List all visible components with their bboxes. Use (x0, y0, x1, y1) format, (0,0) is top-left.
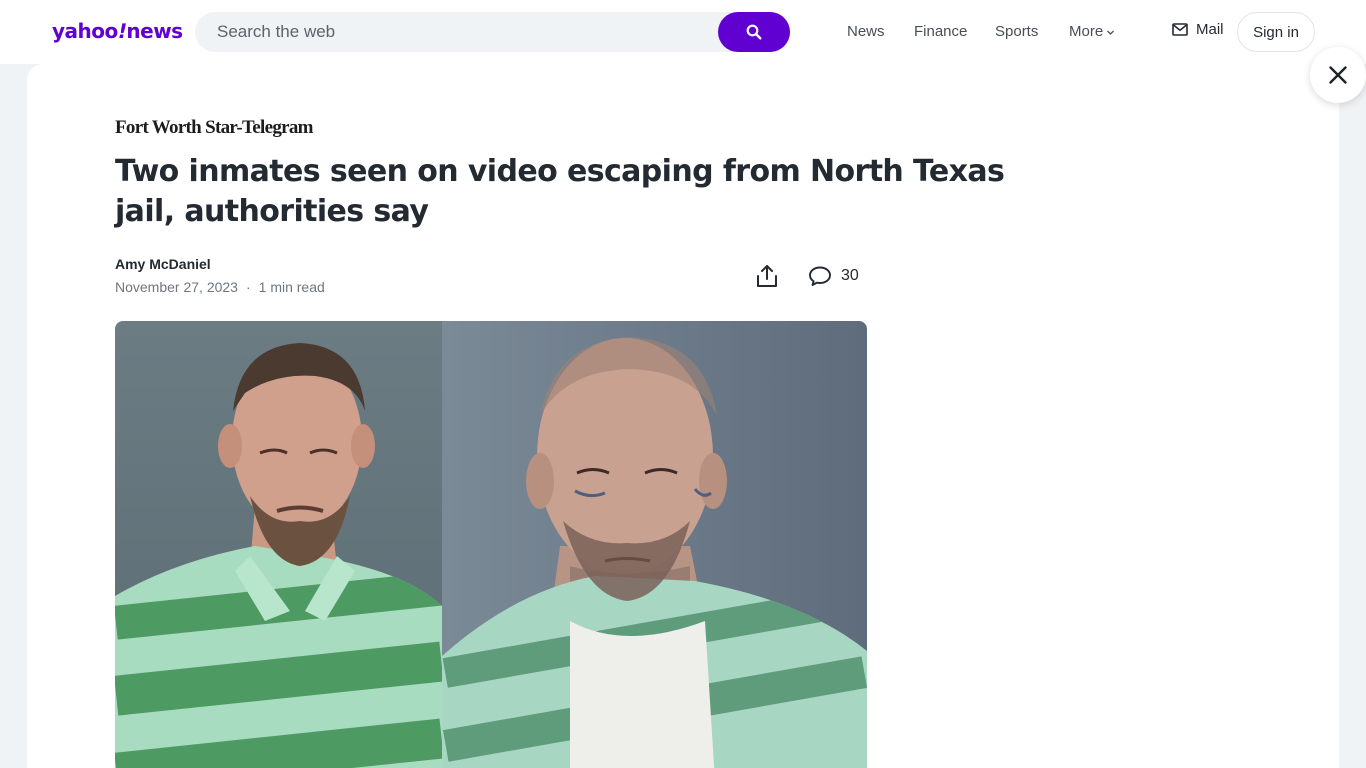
search-input[interactable] (217, 12, 697, 52)
sign-in-button[interactable]: Sign in (1237, 12, 1315, 52)
mail-icon (1172, 23, 1188, 36)
nav-finance[interactable]: Finance (914, 22, 967, 42)
search-icon (746, 24, 762, 40)
comment-count: 30 (841, 267, 859, 284)
read-time: 1 min read (258, 279, 325, 295)
mugshot-right (442, 321, 867, 768)
chevron-down-icon (1107, 30, 1115, 35)
article-date: November 27, 2023 (115, 279, 238, 295)
nav-more[interactable]: More (1069, 22, 1115, 42)
nav-sports[interactable]: Sports (995, 22, 1038, 42)
mail-label: Mail (1196, 21, 1224, 38)
yahoo-news-logo[interactable]: yahoo!news (52, 19, 183, 43)
close-icon (1329, 66, 1347, 84)
article-headline: Two inmates seen on video escaping from … (115, 154, 1005, 229)
article-photo (115, 321, 867, 768)
nav-news[interactable]: News (847, 22, 885, 42)
logo-text-news: news (126, 19, 183, 43)
close-button[interactable] (1310, 47, 1366, 103)
comments-button[interactable]: 30 (808, 265, 859, 287)
publisher-logo[interactable]: Fort Worth Star-Telegram (115, 117, 313, 139)
search-bar (195, 12, 790, 52)
share-button[interactable] (754, 263, 780, 289)
meta-separator: · (245, 279, 251, 295)
share-icon (757, 265, 777, 287)
mugshot-left (115, 321, 442, 768)
nav-more-label: More (1069, 23, 1104, 40)
logo-text-yahoo: yahoo (52, 19, 118, 43)
mail-link[interactable]: Mail (1172, 21, 1224, 38)
comment-icon (809, 266, 831, 286)
top-header: yahoo!news News Finance Sports More Mail… (0, 0, 1366, 64)
article-author[interactable]: Amy McDaniel (115, 256, 211, 272)
article-meta: November 27, 2023 · 1 min read (115, 279, 325, 295)
search-button[interactable] (718, 12, 790, 52)
